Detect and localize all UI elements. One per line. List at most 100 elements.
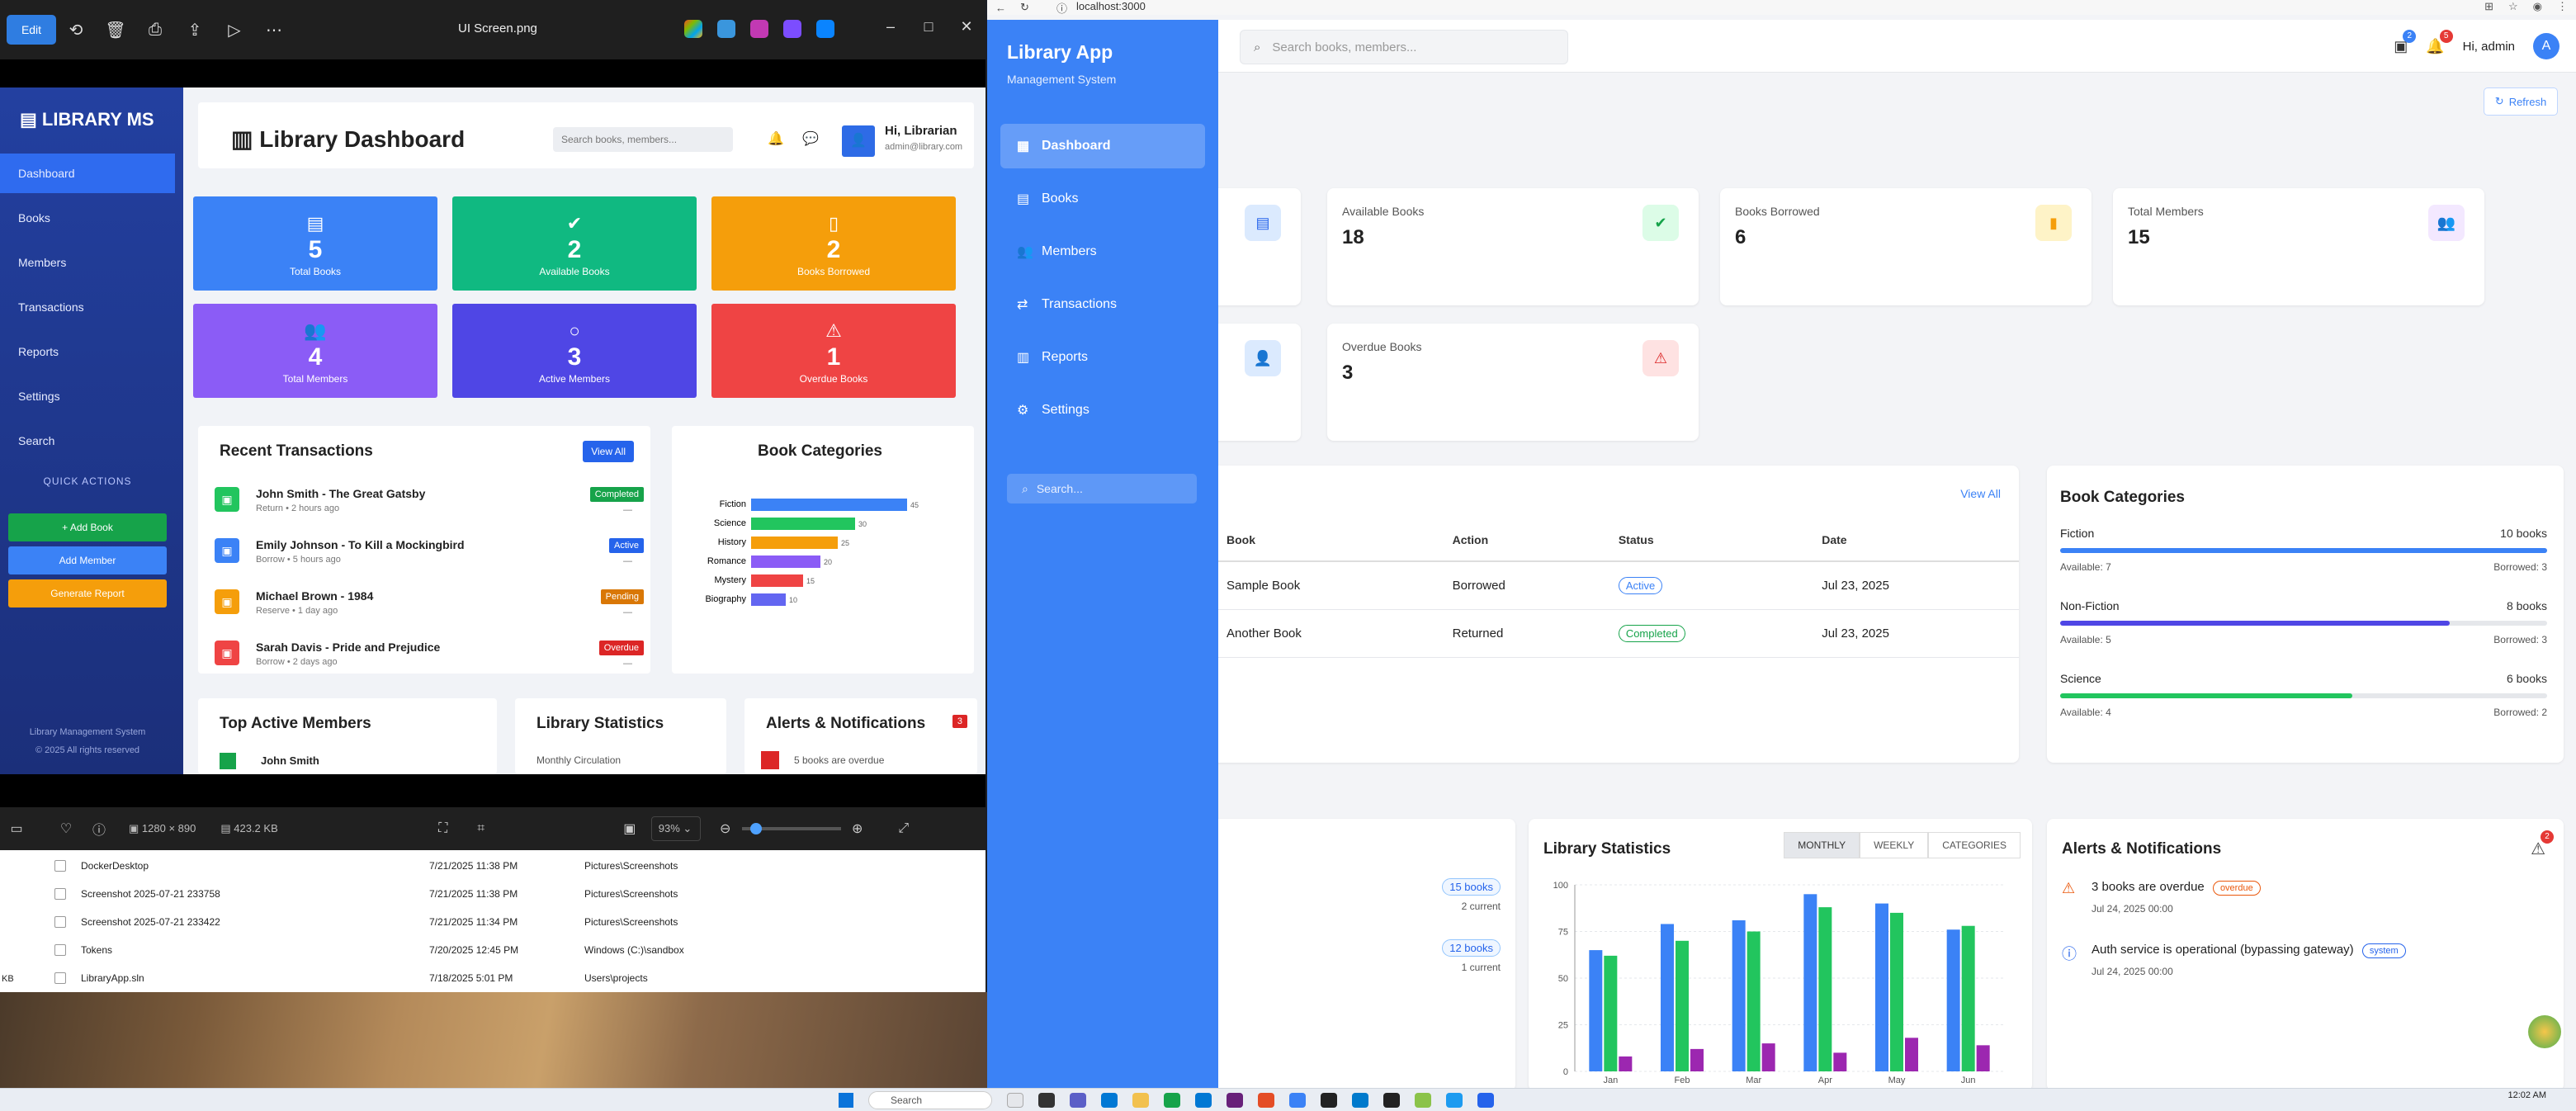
zoom-out-icon[interactable]: ⊖ xyxy=(709,820,742,837)
bell-icon[interactable]: 🔔 5 xyxy=(2426,29,2453,55)
profile-icon[interactable]: ◉ xyxy=(2533,0,2542,13)
tab-monthly[interactable]: MONTHLY xyxy=(1784,832,1860,858)
url-field[interactable]: localhost:3000 xyxy=(1076,0,1146,12)
nav-books[interactable]: ▤ Books xyxy=(1000,177,1205,221)
lms-nav-dashboard[interactable]: Dashboard xyxy=(0,154,175,193)
photos-icon[interactable] xyxy=(1289,1093,1306,1108)
share-icon[interactable]: ⇪ xyxy=(175,10,215,50)
alert-item[interactable]: ⚠ 3 books are overdue overdue Jul 24, 20… xyxy=(2062,880,2557,929)
terminal-icon[interactable] xyxy=(1321,1093,1337,1108)
view-all-link[interactable]: View All xyxy=(1960,487,2001,500)
store-icon[interactable] xyxy=(1195,1093,1212,1108)
crop-icon[interactable]: ⌗ xyxy=(465,821,498,836)
install-icon[interactable]: ⊞ xyxy=(2484,0,2493,13)
lms-view-all-button[interactable]: View All xyxy=(583,441,634,462)
actual-size-icon[interactable]: ▣ xyxy=(613,820,646,837)
chrome-icon[interactable] xyxy=(1164,1093,1180,1108)
alert-item[interactable]: ⓘ Auth service is operational (bypassing… xyxy=(2062,943,2557,992)
file-row[interactable]: Screenshot 2025-07-21 233758 7/21/2025 1… xyxy=(0,880,985,908)
designer-icon[interactable] xyxy=(717,20,735,38)
zoom-select[interactable]: 93% ⌄ xyxy=(650,816,701,841)
filmstrip-icon[interactable]: ▭ xyxy=(0,820,33,837)
more-icon[interactable]: ⋯ xyxy=(254,10,294,50)
nav-settings[interactable]: ⚙ Settings xyxy=(1000,388,1205,433)
notepad-icon[interactable] xyxy=(1415,1093,1431,1108)
generate-report-button[interactable]: Generate Report xyxy=(8,579,167,608)
refresh-button[interactable]: ↻ Refresh xyxy=(2484,87,2558,116)
file-path: Pictures\Screenshots xyxy=(584,860,678,872)
nav-dashboard[interactable]: ▦ Dashboard xyxy=(1000,124,1205,168)
file-row[interactable]: Tokens 7/20/2025 12:45 PM Windows (C:)\s… xyxy=(0,936,985,964)
zoom-slider-thumb[interactable] xyxy=(749,823,762,834)
cmd-icon[interactable] xyxy=(1383,1093,1400,1108)
lms-nav-reports[interactable]: Reports xyxy=(0,332,175,371)
star-icon[interactable]: ☆ xyxy=(2508,0,2518,13)
tab-weekly[interactable]: WEEKLY xyxy=(1860,832,1929,858)
chat-icon[interactable]: 💬 xyxy=(802,130,819,147)
transaction-item[interactable]: ▣ John Smith - The Great Gatsby Return •… xyxy=(215,480,644,527)
lms-nav-members[interactable]: Members xyxy=(0,243,175,282)
taskbar-search[interactable]: Search xyxy=(868,1091,992,1109)
zoom-in-icon[interactable]: ⊕ xyxy=(841,820,874,837)
nav-reports[interactable]: ▥ Reports xyxy=(1000,335,1205,380)
file-row[interactable]: DockerDesktop 7/21/2025 11:38 PM Picture… xyxy=(0,852,985,880)
sidebar-search-input[interactable]: ⌕ Search... xyxy=(1007,474,1197,503)
lms-nav-books[interactable]: Books xyxy=(0,198,175,238)
file-explorer-icon[interactable] xyxy=(1132,1093,1149,1108)
file-row[interactable]: Screenshot 2025-07-21 233422 7/21/2025 1… xyxy=(0,908,985,936)
fit-icon[interactable]: ⛶ xyxy=(427,821,460,836)
video-editor-icon[interactable] xyxy=(783,20,801,38)
lms-nav-transactions[interactable]: Transactions xyxy=(0,287,175,327)
onedrive-icon[interactable] xyxy=(816,20,834,38)
back-icon[interactable]: ← xyxy=(995,2,1006,14)
edge-icon[interactable] xyxy=(1101,1093,1118,1108)
widgets-icon[interactable] xyxy=(1007,1093,1023,1108)
minimize-icon[interactable]: – xyxy=(872,18,910,35)
taskbar-clock[interactable]: 12:02 AM xyxy=(2508,1090,2546,1100)
file-row[interactable]: LibraryApp.sln 7/18/2025 5:01 PM Users\p… xyxy=(0,964,985,992)
bell-icon[interactable]: 🔔 xyxy=(768,130,784,147)
header-search-input[interactable]: ⌕ Search books, members... xyxy=(1240,30,1568,64)
table-row[interactable]: Sample Book Borrowed Active Jul 23, 2025 xyxy=(1218,561,2019,610)
teams-icon[interactable] xyxy=(1070,1093,1086,1108)
reload-icon[interactable]: ↻ xyxy=(1020,1,1029,14)
table-row[interactable]: Another Book Returned Completed Jul 23, … xyxy=(1218,609,2019,658)
nav-members[interactable]: 👥 Members xyxy=(1000,229,1205,274)
rotate-icon[interactable]: ⟲ xyxy=(56,10,96,50)
print-icon[interactable]: ⎙ xyxy=(135,10,175,50)
task-view-icon[interactable] xyxy=(1038,1093,1055,1108)
tab-categories[interactable]: CATEGORIES xyxy=(1928,832,2021,858)
alerts-icon[interactable]: ⚠ 2 xyxy=(2531,830,2554,859)
lms-search-input[interactable]: Search books, members... xyxy=(553,127,733,152)
clipchamp-icon[interactable] xyxy=(750,20,768,38)
site-info-icon[interactable]: ⓘ xyxy=(1056,0,1067,16)
fullscreen-icon[interactable]: ⤢ xyxy=(887,821,920,836)
favorite-icon[interactable]: ♡ xyxy=(50,820,83,837)
delete-icon[interactable]: 🗑 xyxy=(96,10,135,50)
user-avatar[interactable]: A xyxy=(2533,33,2559,59)
slideshow-icon[interactable]: ▷ xyxy=(215,10,254,50)
snipping-icon[interactable] xyxy=(1477,1093,1494,1108)
assistant-fab[interactable] xyxy=(2528,1015,2561,1048)
menu-icon[interactable]: ⋮ xyxy=(2557,0,2568,13)
messaging-icon[interactable] xyxy=(1446,1093,1463,1108)
lms-nav-search[interactable]: Search xyxy=(0,421,175,461)
info-icon[interactable]: ⓘ xyxy=(83,819,116,839)
copilot-icon[interactable] xyxy=(684,20,702,38)
transaction-item[interactable]: ▣ Sarah Davis - Pride and Prejudice Borr… xyxy=(215,634,644,680)
transaction-item[interactable]: ▣ Michael Brown - 1984 Reserve • 1 day a… xyxy=(215,583,644,629)
messages-icon[interactable]: ▣ 2 xyxy=(2394,29,2417,55)
zoom-slider[interactable] xyxy=(741,823,841,834)
add-book-button[interactable]: + Add Book xyxy=(8,513,167,541)
lms-nav-settings[interactable]: Settings xyxy=(0,376,175,416)
maximize-icon[interactable]: □ xyxy=(910,18,948,35)
add-member-button[interactable]: Add Member xyxy=(8,546,167,574)
visual-studio-icon[interactable] xyxy=(1227,1093,1243,1108)
vscode-icon[interactable] xyxy=(1352,1093,1368,1108)
close-icon[interactable]: ✕ xyxy=(948,18,985,35)
app-icon[interactable] xyxy=(1258,1093,1274,1108)
nav-transactions[interactable]: ⇄ Transactions xyxy=(1000,282,1205,327)
start-icon[interactable] xyxy=(839,1093,853,1108)
edit-button[interactable]: Edit xyxy=(7,15,56,45)
transaction-item[interactable]: ▣ Emily Johnson - To Kill a Mockingbird … xyxy=(215,532,644,578)
